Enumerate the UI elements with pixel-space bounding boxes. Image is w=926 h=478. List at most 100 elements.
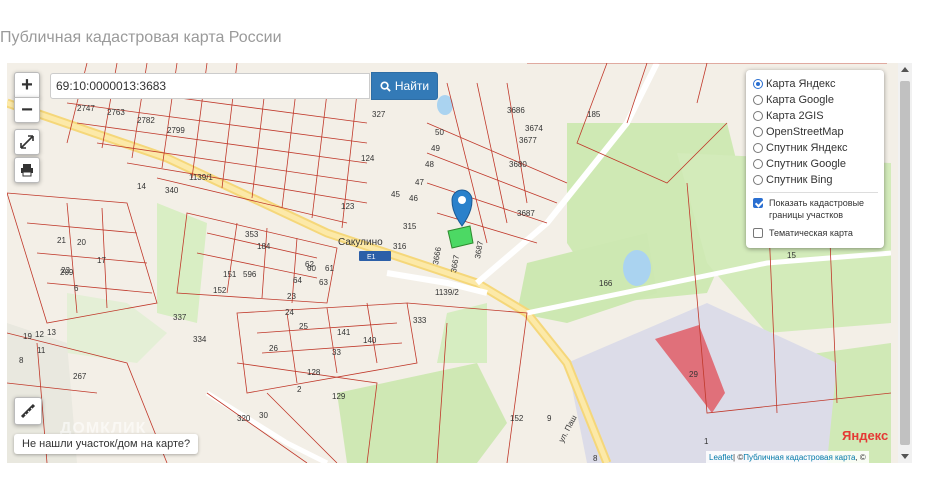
page-scrollbar[interactable] <box>898 63 912 463</box>
parcel-number: 166 <box>599 279 613 288</box>
zoom-out-button[interactable]: − <box>14 97 40 123</box>
parcel-number: 63 <box>319 278 328 287</box>
parcel-number: 47 <box>415 178 424 187</box>
parcel-number: 315 <box>403 222 417 231</box>
parcel-number: 3687 <box>517 209 535 218</box>
parcel-number: 333 <box>413 316 427 325</box>
parcel-number: 152 <box>510 414 524 423</box>
radio-icon[interactable] <box>753 127 763 137</box>
parcel-number: 49 <box>431 144 440 153</box>
search-button-label: Найти <box>394 79 430 93</box>
leaflet-link[interactable]: Leaflet <box>709 453 733 462</box>
parcel-number: 123 <box>341 202 355 211</box>
yandex-logo: Яндекс <box>842 428 889 443</box>
parcel-number: 20 <box>77 238 86 247</box>
parcel-number: 129 <box>332 392 346 401</box>
attribution-separator: | © <box>733 452 744 462</box>
road-number-label: 1139/2 <box>435 288 459 297</box>
layer-option-2gis-map[interactable]: Карта 2GIS <box>753 108 878 124</box>
parcel-number: 6 <box>74 284 79 293</box>
parcel-number: 13 <box>47 328 56 337</box>
map-attribution: Leaflet | © Публичная кадастровая карта … <box>706 451 869 463</box>
parcel-number: 184 <box>257 242 271 251</box>
not-found-link[interactable]: Не нашли участок/дом на карте? <box>14 434 199 454</box>
place-label: Сакулино <box>338 237 383 248</box>
parcel-number: 2799 <box>167 126 185 135</box>
parcel-number: 46 <box>409 194 418 203</box>
parcel-number: 8 <box>19 356 24 365</box>
parcel-number: 8 <box>593 454 598 463</box>
layer-option-osm[interactable]: OpenStreetMap <box>753 124 878 140</box>
road-number-label: 1139/1 <box>189 173 213 182</box>
parcel-number: 33 <box>332 348 341 357</box>
overlay-option-cadastral-boundaries[interactable]: Показать кадастровые границы участков <box>753 197 878 221</box>
parcel-number: 151 <box>223 270 237 279</box>
parcel-number: 337 <box>173 313 187 322</box>
layer-option-bing-satellite[interactable]: Спутник Bing <box>753 172 878 188</box>
radio-icon[interactable] <box>753 95 763 105</box>
parcel-number: 14 <box>137 182 146 191</box>
parcel-number: 26 <box>269 344 278 353</box>
parcel-number: 29 <box>689 370 698 379</box>
layer-option-yandex-satellite[interactable]: Спутник Яндекс <box>753 140 878 156</box>
overlay-option-thematic-map[interactable]: Тематическая карта <box>753 227 878 239</box>
radio-icon[interactable] <box>753 175 763 185</box>
checkbox-icon[interactable] <box>753 198 763 208</box>
printer-icon <box>21 164 33 177</box>
parcel-number: 3674 <box>525 124 543 133</box>
parcel-number: 327 <box>372 110 386 119</box>
parcel-number: 3680 <box>509 160 527 169</box>
parcel-number: 2782 <box>137 116 155 125</box>
print-button[interactable] <box>14 157 40 183</box>
parcel-number: 2 <box>297 385 302 394</box>
radio-icon[interactable] <box>753 143 763 153</box>
ruler-icon <box>20 403 36 419</box>
parcel-number: 61 <box>325 264 334 273</box>
parcel-number: 140 <box>363 336 377 345</box>
search-icon <box>380 80 391 92</box>
layer-option-google-satellite[interactable]: Спутник Google <box>753 156 878 172</box>
radio-icon[interactable] <box>753 159 763 169</box>
search-button[interactable]: Найти <box>371 72 438 100</box>
parcel-number: 48 <box>425 160 434 169</box>
fullscreen-icon <box>20 135 34 149</box>
layer-option-yandex-map[interactable]: Карта Яндекс <box>753 76 878 92</box>
parcel-number: 340 <box>165 186 179 195</box>
cadastral-search-input[interactable] <box>50 73 370 99</box>
parcel-number: 596 <box>243 270 257 279</box>
checkbox-icon[interactable] <box>753 228 763 238</box>
parcel-number: 334 <box>193 335 207 344</box>
parcel-number: 3677 <box>519 136 537 145</box>
highway-badge-label: E1 <box>367 254 376 261</box>
fullscreen-button[interactable] <box>14 129 40 155</box>
pkk-link[interactable]: Публичная кадастровая карта <box>743 453 855 462</box>
radio-icon[interactable] <box>753 79 763 89</box>
parcel-number: 45 <box>391 190 400 199</box>
parcel-number: 3686 <box>507 106 525 115</box>
parcel-number: 267 <box>73 372 87 381</box>
zoom-in-button[interactable]: + <box>14 72 40 98</box>
parcel-number: 11 <box>37 346 46 355</box>
parcel-number: 9 <box>547 414 552 423</box>
parcel-number: 19 <box>23 332 32 341</box>
scroll-down-icon[interactable] <box>901 454 909 459</box>
scroll-thumb[interactable] <box>900 81 910 445</box>
parcel-number: 21 <box>57 236 66 245</box>
parcel-number: 128 <box>307 368 321 377</box>
parcel-number: 62 <box>305 260 314 269</box>
parcel-number: 23 <box>287 292 296 301</box>
parcel-number: 12 <box>35 330 44 339</box>
measure-button[interactable] <box>14 397 42 425</box>
page-title: Публичная кадастровая карта России <box>0 29 282 46</box>
parcel-number: 17 <box>97 256 106 265</box>
parcel-number: 2747 <box>77 104 95 113</box>
attribution-suffix: , © <box>855 452 866 462</box>
scroll-up-icon[interactable] <box>901 67 909 72</box>
parcel-number: 152 <box>213 286 227 295</box>
parcel-number: 124 <box>361 154 375 163</box>
parcel-number: 141 <box>337 328 351 337</box>
parcel-number: 320 <box>237 414 251 423</box>
parcel-number: 64 <box>293 276 302 285</box>
radio-icon[interactable] <box>753 111 763 121</box>
layer-option-google-map[interactable]: Карта Google <box>753 92 878 108</box>
